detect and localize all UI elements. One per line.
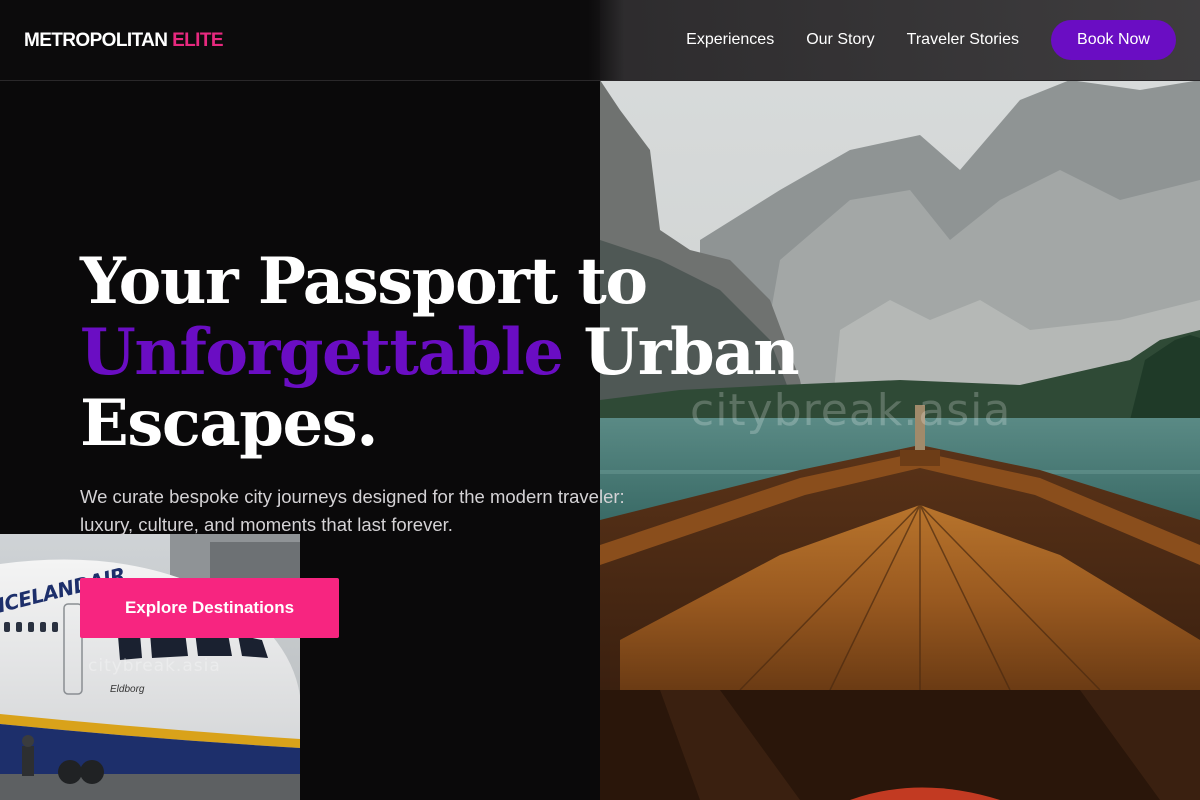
brand-name: METROPOLITAN xyxy=(24,30,168,51)
hero-title-line1: Your Passport to xyxy=(80,244,648,319)
nav-link-our-story[interactable]: Our Story xyxy=(806,20,874,60)
hero-title-rest: Urban xyxy=(583,315,799,390)
hero-title: Your Passport to Unforgettable Urban Esc… xyxy=(80,246,800,459)
explore-destinations-button[interactable]: Explore Destinations xyxy=(80,578,339,638)
top-navbar: METROPOLITAN ELITE Experiences Our Story… xyxy=(0,0,1200,81)
nav-links: Experiences Our Story Traveler Stories B… xyxy=(686,20,1176,60)
book-now-button[interactable]: Book Now xyxy=(1051,20,1176,60)
brand-logo[interactable]: METROPOLITAN ELITE xyxy=(24,30,224,52)
nav-link-traveler-stories[interactable]: Traveler Stories xyxy=(907,20,1019,60)
airplane-photo: ICELANDAIR Eldborg citybreak.asia xyxy=(0,534,300,800)
plane-photo-watermark: citybreak.asia xyxy=(88,656,221,676)
nav-link-experiences[interactable]: Experiences xyxy=(686,20,774,60)
aircraft-name: Eldborg xyxy=(110,684,145,695)
hero-title-line3: Escapes. xyxy=(80,386,379,461)
hero-title-highlight: Unforgettable xyxy=(80,315,564,390)
hero-subtitle: We curate bespoke city journeys designed… xyxy=(80,486,625,535)
brand-accent: ELITE xyxy=(172,30,223,51)
